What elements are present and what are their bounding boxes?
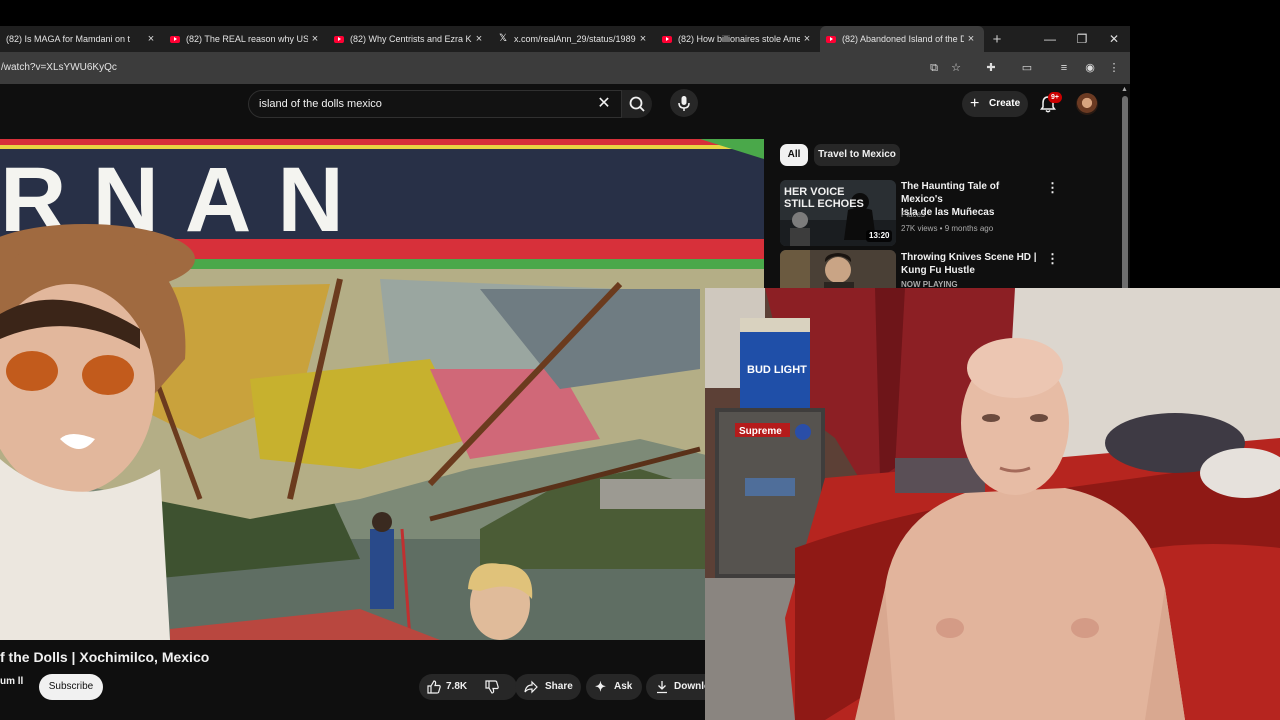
browser-menu-icon[interactable]: ⋮	[1106, 60, 1122, 76]
video-title: f the Dolls | Xochimilco, Mexico	[0, 649, 210, 665]
tab-title: (82) Is MAGA for Mamdani on t	[6, 34, 131, 44]
tab-4[interactable]: 𝕏 x.com/realAnn_29/status/1989 ×	[492, 26, 656, 52]
tab-2[interactable]: (82) The REAL reason why USA ×	[164, 26, 328, 52]
youtube-icon	[662, 35, 672, 43]
share-icon	[524, 680, 538, 694]
youtube-header: island of the dolls mexico ✕ + Create 9+	[0, 84, 1130, 124]
fridge-label-brand: BUD LIGHT	[747, 364, 807, 376]
ask-label: Ask	[614, 681, 633, 692]
like-count[interactable]: 7.8K	[446, 674, 467, 700]
tab-title: (82) How billionaires stole Ame	[678, 34, 800, 44]
search-icon	[629, 96, 645, 112]
create-label: Create	[989, 98, 1021, 109]
tab-title: (82) Abandoned Island of the D	[842, 34, 964, 44]
address-bar[interactable]: /watch?v=XLsYWU6KyQc ⧉ ☆ ✚ ▭ ≡ ◉ ⋮	[0, 52, 1130, 84]
more-options-icon[interactable]: ⋮	[1046, 252, 1059, 265]
recommendation-meta: 27K views • 9 months ago	[901, 224, 994, 233]
title-line: Kung Fu Hustle	[901, 265, 975, 276]
video-duration-badge: 13:20	[866, 230, 893, 242]
bookmark-star-icon[interactable]: ☆	[948, 60, 964, 76]
x-icon: 𝕏	[498, 33, 508, 44]
channel-name[interactable]: um ll	[0, 676, 23, 687]
tab-close-icon[interactable]: ×	[636, 33, 650, 45]
restore-icon[interactable]: ❐	[1066, 26, 1098, 52]
notification-count-badge: 9+	[1048, 92, 1062, 103]
webcam-frame: Supreme BUD LIGHT	[705, 288, 1280, 720]
video-player[interactable]: RNAN	[0, 139, 764, 640]
recommendation-title[interactable]: Throwing Knives Scene HD | Kung Fu Hustl…	[901, 251, 1037, 277]
tab-title: (82) Why Centrists and Ezra Kle	[350, 34, 472, 44]
tab-3[interactable]: (82) Why Centrists and Ezra Kle ×	[328, 26, 492, 52]
tab-close-icon[interactable]: ×	[308, 33, 322, 45]
youtube-icon	[826, 35, 836, 43]
webcam-overlay: Supreme BUD LIGHT	[705, 288, 1280, 720]
title-line: Throwing Knives Scene HD |	[901, 252, 1037, 263]
search-input[interactable]: island of the dolls mexico	[248, 90, 622, 118]
thumbs-up-icon[interactable]	[427, 680, 441, 694]
tab-close-icon[interactable]: ×	[800, 33, 814, 45]
share-button[interactable]: Share	[515, 674, 581, 700]
scroll-up-icon[interactable]: ▲	[1121, 86, 1128, 93]
tab-close-icon[interactable]: ×	[472, 33, 486, 45]
search-button[interactable]	[622, 90, 652, 118]
scrollbar-thumb[interactable]	[1122, 96, 1128, 296]
tab-title: (82) The REAL reason why USA	[186, 34, 308, 44]
new-tab-button[interactable]: +	[984, 31, 1010, 48]
cast-icon[interactable]: ▭	[1019, 60, 1035, 76]
title-line: The Haunting Tale of Mexico's	[901, 181, 1000, 205]
tab-close-icon[interactable]: ×	[964, 33, 978, 45]
subscribe-button[interactable]: Subscribe	[39, 674, 103, 700]
youtube-icon	[334, 35, 344, 43]
url-text[interactable]: /watch?v=XLsYWU6KyQc	[0, 52, 117, 84]
sticker-label: Supreme	[739, 426, 782, 437]
download-icon	[657, 681, 667, 694]
sparkle-icon: ✦	[595, 679, 606, 694]
tab-1[interactable]: (82) Is MAGA for Mamdani on t ×	[0, 26, 164, 52]
close-window-icon[interactable]: ✕	[1098, 26, 1130, 52]
thumbnail-text-line: STILL ECHOES	[784, 198, 864, 210]
plus-icon: +	[970, 95, 980, 112]
youtube-icon	[170, 35, 180, 43]
share-label: Share	[545, 681, 573, 692]
thumbs-down-icon[interactable]	[485, 680, 499, 694]
like-dislike-group: 7.8K	[419, 674, 517, 700]
tab-bar: (82) Is MAGA for Mamdani on t × (82) The…	[0, 26, 1130, 52]
chip-all[interactable]: All	[780, 144, 808, 166]
title-strip	[0, 0, 1130, 26]
voice-search-button[interactable]	[670, 89, 698, 117]
install-app-icon[interactable]: ⧉	[926, 60, 942, 76]
recommendation-channel[interactable]: Places	[901, 210, 925, 219]
microphone-icon	[678, 96, 690, 111]
tab-close-icon[interactable]: ×	[144, 33, 158, 45]
more-options-icon[interactable]: ⋮	[1046, 181, 1059, 194]
chip-travel-to-mexico[interactable]: Travel to Mexico	[814, 144, 900, 166]
account-avatar[interactable]	[1076, 93, 1098, 115]
clear-search-icon[interactable]: ✕	[596, 94, 612, 114]
profile-icon[interactable]: ◉	[1082, 60, 1098, 76]
media-control-icon[interactable]: ≡	[1056, 60, 1072, 76]
thumbnail-text-line: HER VOICE	[784, 186, 845, 198]
extensions-icon[interactable]: ✚	[983, 60, 999, 76]
minimize-icon[interactable]: —	[1034, 26, 1066, 52]
video-frame: RNAN	[0, 139, 764, 640]
tab-title: x.com/realAnn_29/status/1989	[514, 34, 636, 44]
search-query[interactable]: island of the dolls mexico	[259, 91, 382, 117]
create-button[interactable]: + Create	[962, 91, 1028, 117]
tab-5[interactable]: (82) How billionaires stole Ame ×	[656, 26, 820, 52]
tab-6-active[interactable]: (82) Abandoned Island of the D ×	[820, 26, 984, 52]
ask-button[interactable]: ✦ Ask	[586, 674, 642, 700]
